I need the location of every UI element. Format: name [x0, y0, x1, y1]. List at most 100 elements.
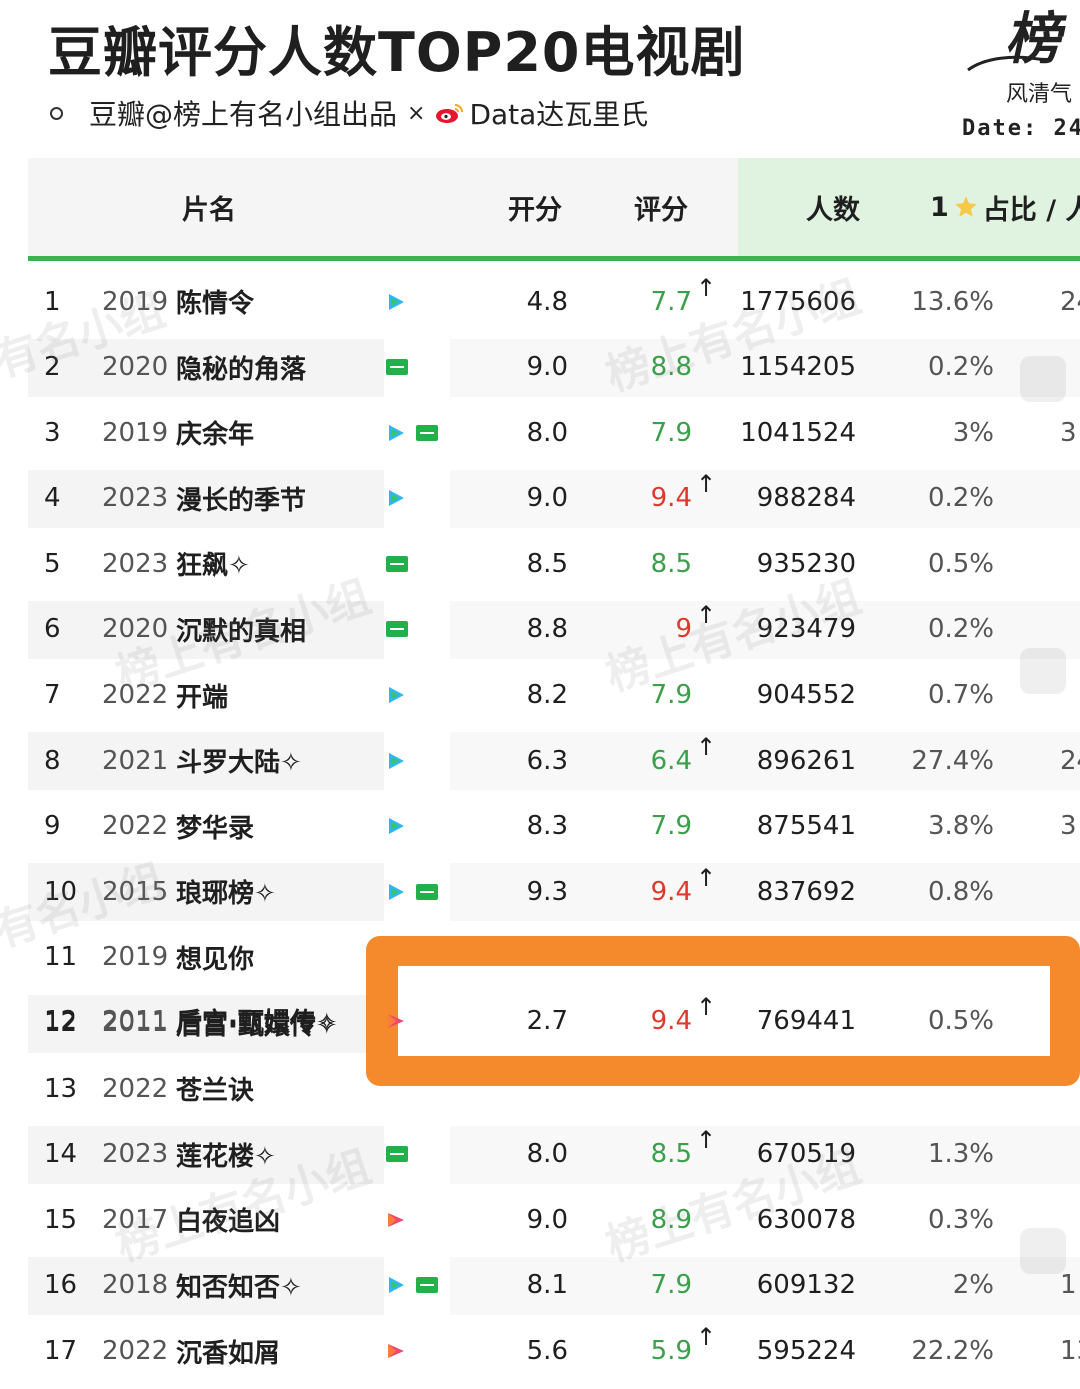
ratio-cell: 0.2% [927, 614, 994, 645]
open-score-cell: 8.3 [526, 811, 568, 842]
table-row: 4 2023 漫长的季节 9.0 9.4 ↑ 988284 0.2% [28, 466, 1080, 532]
tencent-video-icon [389, 293, 404, 310]
open-score-cell: 6.3 [526, 745, 568, 776]
score-cell: 5.9 [650, 1336, 692, 1366]
count-cell: 1775606 [740, 286, 856, 317]
score-cell: 9.4 [650, 1005, 692, 1036]
count-cell: 1041524 [740, 417, 856, 448]
iqiyi-icon [416, 883, 438, 900]
count-cell: 1154205 [740, 352, 856, 383]
platform-cell [386, 269, 456, 334]
title-cell: 沉香如屑 [176, 1338, 281, 1369]
table-row: 16 2018 知否知否✧ 8.1 7.9 609132 2% 1 [28, 1253, 1080, 1319]
year-cell: 2020 [102, 352, 169, 383]
ranking-table: 片名 开分 评分 人数 1 占比 / 人 1 2019 陈情令 4.8 7.7 ↑ 1775… [28, 158, 1080, 1384]
title-cell: 后宫·甄嬛传✧ [176, 1008, 338, 1038]
count-cell: 935230 [756, 548, 856, 579]
score-cell: 8.5 [650, 1139, 692, 1170]
logo-swash-icon [967, 55, 1045, 72]
ratio-cell: 13.6% [911, 286, 994, 317]
rank-cell: 8 [44, 745, 61, 776]
table-row: 17 2022沉香如屑 5.6 5.9↑ 595224 22.2% 13 [28, 1319, 1080, 1385]
watermark-badge [1020, 356, 1066, 402]
count-cell: 923479 [756, 614, 856, 645]
trend-arrow-icon: ↑ [696, 732, 717, 761]
table-row: 3 2019 庆余年 8.0 7.9 1041524 3% 3 [28, 400, 1080, 466]
subtitle: 豆瓣@榜上有名小组出品 × Data达瓦里氏 [50, 95, 648, 131]
highlighted-row: 12 2011 后宫·甄嬛传✧ 2.7 9.4 ↑ 769441 0.5% [28, 988, 1080, 1053]
platform-cell [386, 728, 456, 793]
mango-tv-icon [388, 1212, 404, 1227]
rank-cell: 10 [44, 876, 78, 907]
ratio-cell: 2% [952, 1270, 994, 1301]
times-symbol: × [407, 100, 426, 126]
header-name: 片名 [182, 194, 236, 226]
platform-cell [386, 1319, 456, 1384]
platform-cell [386, 663, 456, 728]
table-row: 15 2017 白夜追凶 9.0 8.9 630078 0.3% [28, 1187, 1080, 1253]
rank-cell: 1 [44, 286, 61, 317]
extra-cell: 24 [1060, 745, 1080, 776]
year-cell: 2015 [102, 876, 169, 907]
tencent-video-icon [389, 1277, 404, 1294]
open-score-cell: 9.0 [526, 352, 568, 383]
page-title: 豆瓣评分人数TOP20电视剧 [48, 21, 746, 84]
rank-cell: 15 [44, 1204, 78, 1235]
extra-cell [1060, 531, 1080, 596]
score-cell: 8.5 [650, 548, 692, 579]
tencent-video-icon [389, 490, 404, 507]
header-score: 评分 [634, 194, 688, 226]
platform-cell [386, 794, 456, 859]
ratio-cell: 27.4% [911, 745, 994, 776]
tencent-video-icon [389, 424, 404, 441]
table-row: 12 2011后宫·甄嬛传✧ 2.7 9.4↑ 769441 0.5% [28, 988, 1080, 1054]
mango-tv-icon [388, 1013, 404, 1028]
year-cell: 2022 [102, 1336, 169, 1366]
year-cell: 2019 [102, 417, 169, 448]
partner-label: Data达瓦里氏 [469, 98, 649, 131]
year-cell: 2019 [102, 942, 169, 973]
ratio-cell: 0.2% [927, 483, 994, 514]
header-count: 人数 [806, 194, 860, 226]
platform-cell [386, 859, 456, 924]
count-cell: 609132 [756, 1270, 856, 1301]
platform-cell [386, 597, 456, 662]
open-score-cell: 5.6 [526, 1336, 568, 1366]
count-cell: 595224 [756, 1336, 856, 1366]
title-cell: 沉默的真相 [176, 616, 307, 647]
ratio-cell: 0.5% [927, 1005, 994, 1036]
score-cell: 8.9 [650, 1204, 692, 1235]
count-cell: 670519 [756, 1139, 856, 1170]
iqiyi-icon [416, 424, 438, 441]
trend-arrow-icon: ↑ [696, 1126, 717, 1155]
iqiyi-icon [386, 359, 408, 376]
year-cell: 2023 [102, 548, 169, 579]
ratio-cell: 0.3% [927, 1204, 994, 1235]
rank-cell: 13 [44, 1073, 78, 1104]
header-ratio-prefix: 1 [930, 191, 949, 223]
count-cell: 769441 [756, 1005, 856, 1036]
tencent-video-icon [389, 752, 404, 769]
year-cell: 2017 [102, 1204, 169, 1235]
platform-cell [386, 1253, 456, 1318]
ratio-cell: 0.5% [927, 548, 994, 579]
table-row: 7 2022 开端 8.2 7.9 904552 0.7% [28, 663, 1080, 729]
header-ratio-suffix: 占比 / 人 [982, 194, 1080, 226]
count-cell: 896261 [756, 745, 856, 776]
open-score-cell: 9.0 [526, 483, 568, 514]
open-score-cell: 8.0 [526, 417, 568, 448]
table-row: 14 2023 莲花楼✧ 8.0 8.5 ↑ 670519 1.3% [28, 1122, 1080, 1188]
open-score-cell: 8.1 [526, 1270, 568, 1301]
title-cell: 隐秘的角落 [176, 354, 307, 385]
ratio-cell: 1.3% [927, 1139, 994, 1170]
open-score-cell: 8.2 [526, 680, 568, 711]
score-cell: 9.4 [650, 483, 692, 514]
watermark-badge [1020, 1228, 1066, 1274]
title-cell: 陈情令 [176, 289, 255, 319]
count-cell: 630078 [756, 1204, 856, 1235]
date-label: Date: 24 [962, 116, 1080, 141]
table-row: 10 2015 琅琊榜✧ 9.3 9.4 ↑ 837692 0.8% [28, 859, 1080, 925]
platform-cell [386, 400, 456, 465]
weibo-icon [436, 104, 464, 123]
ratio-cell: 22.2% [911, 1336, 994, 1366]
